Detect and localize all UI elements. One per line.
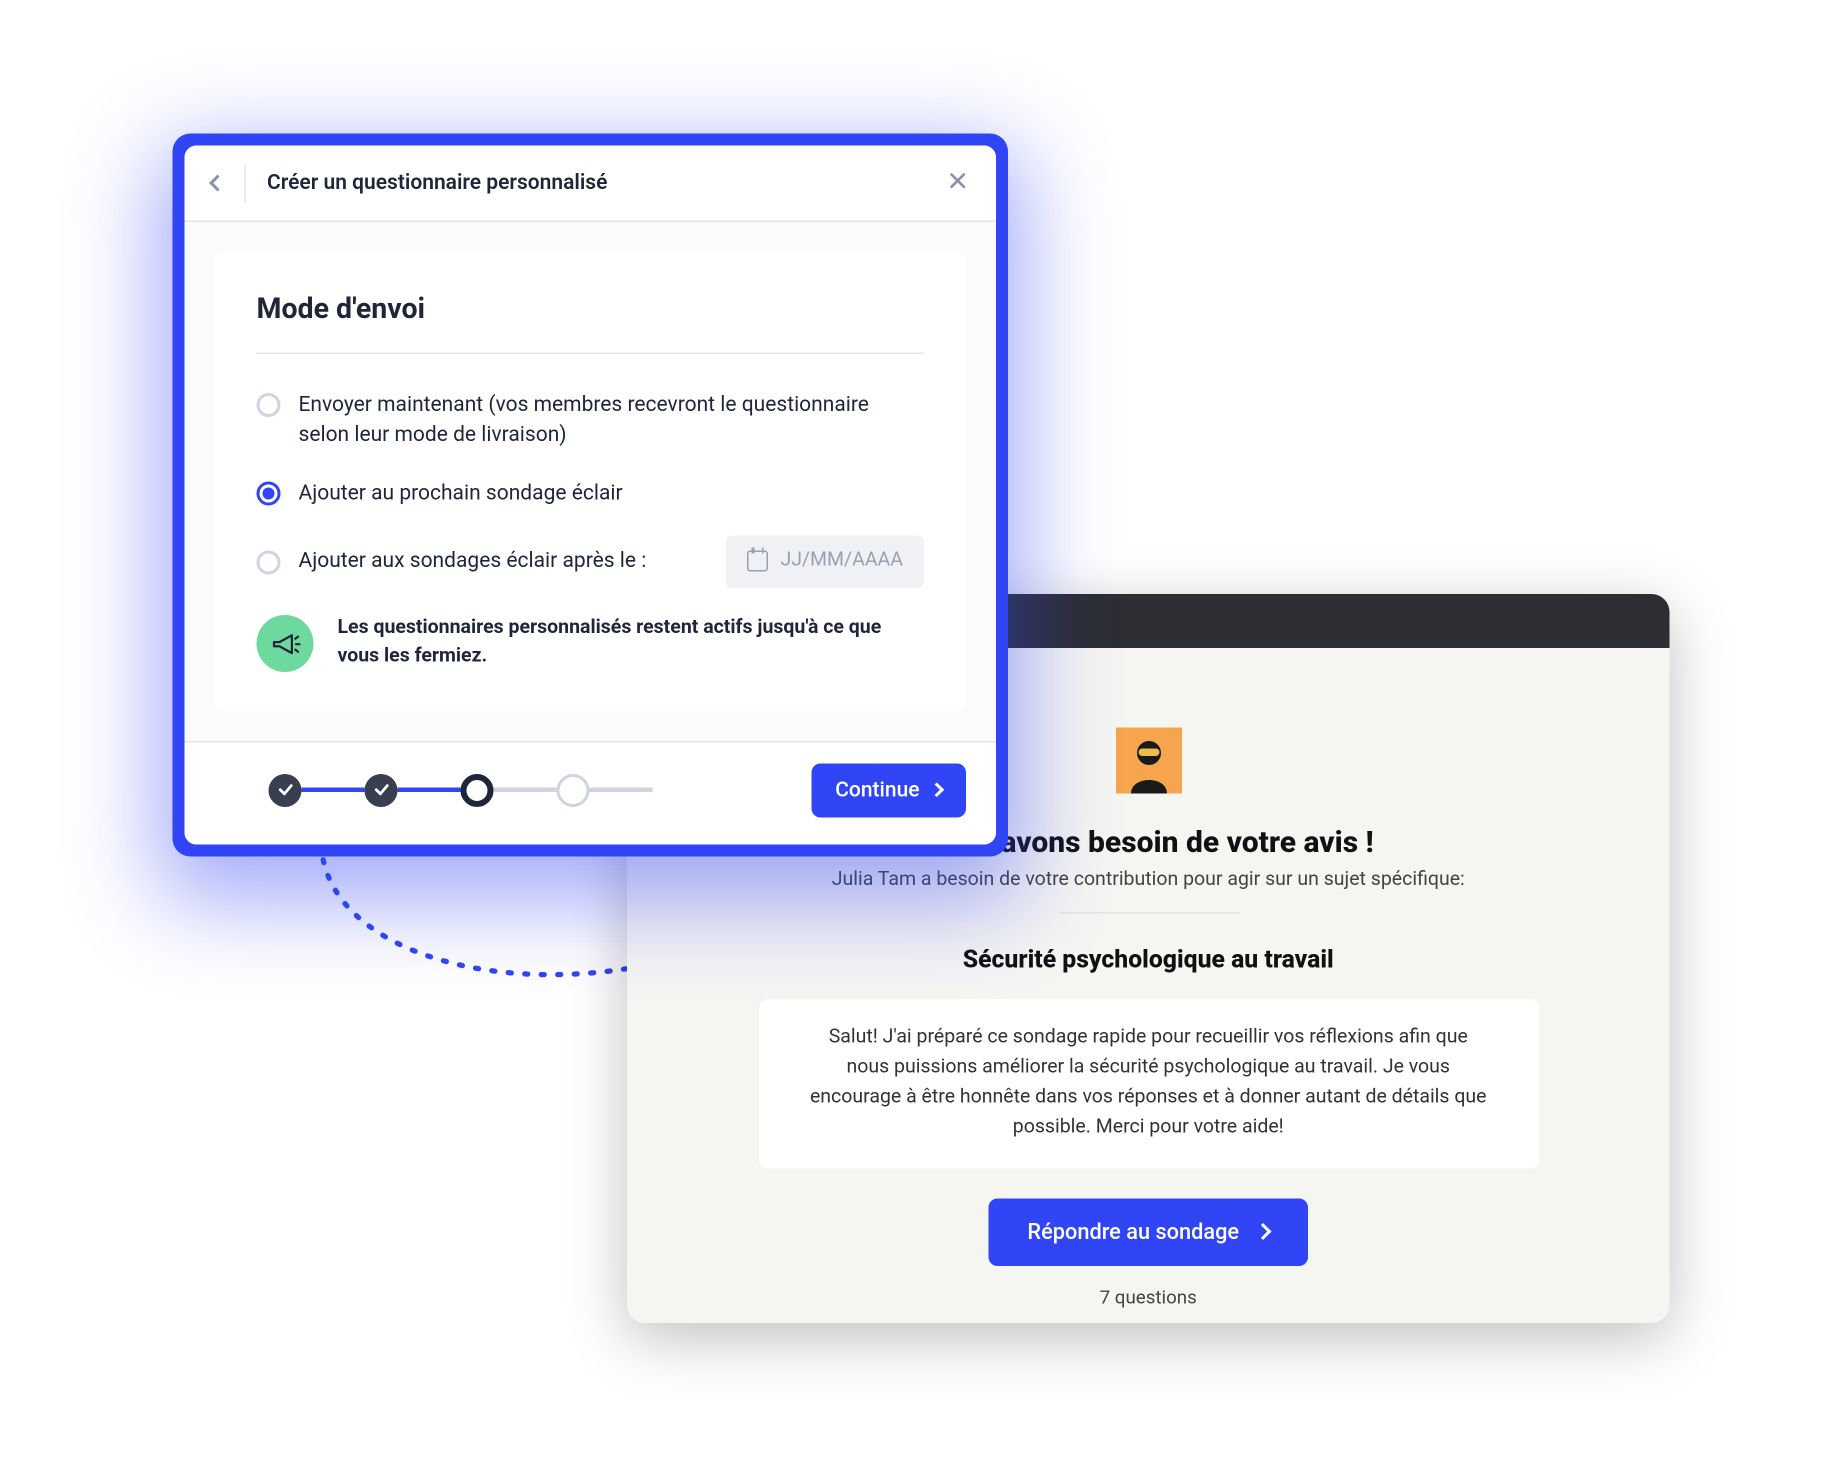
dialog-title: Créer un questionnaire personnalisé <box>267 171 607 195</box>
question-count: 7 questions <box>1100 1286 1197 1309</box>
continue-button[interactable]: Continue <box>811 763 966 817</box>
separator <box>245 164 247 203</box>
back-icon[interactable] <box>209 175 226 192</box>
continue-label: Continue <box>835 778 919 802</box>
dialog-header: Créer un questionnaire personnalisé ✕ <box>185 146 997 223</box>
option-send-now[interactable]: Envoyer maintenant (vos membres recevron… <box>257 390 925 451</box>
divider <box>257 353 925 355</box>
option-label: Ajouter aux sondages éclair après le : <box>299 546 647 576</box>
step-1[interactable] <box>269 774 302 807</box>
connector <box>398 788 461 793</box>
avatar <box>1115 728 1181 794</box>
divider <box>1058 912 1238 914</box>
option-label: Ajouter au prochain sondage éclair <box>299 478 623 508</box>
option-add-after[interactable]: Ajouter aux sondages éclair après le : J… <box>257 535 925 587</box>
chevron-right-icon <box>1255 1223 1272 1240</box>
stepper <box>269 774 653 807</box>
preview-subhead: Julia Tam a besoin de votre contribution… <box>832 869 1465 892</box>
radio-icon <box>257 551 281 575</box>
option-label: Envoyer maintenant (vos membres recevron… <box>299 390 925 451</box>
preview-message: Salut! J'ai préparé ce sondage rapide po… <box>758 999 1538 1168</box>
calendar-icon <box>747 551 768 572</box>
close-icon[interactable]: ✕ <box>946 170 969 197</box>
radio-icon <box>257 481 281 505</box>
delivery-mode-card: Mode d'envoi Envoyer maintenant (vos mem… <box>215 252 967 711</box>
card-title: Mode d'envoi <box>257 291 925 326</box>
dialog-footer: Continue <box>185 741 997 845</box>
date-input[interactable]: JJ/MM/AAAA <box>726 535 924 587</box>
create-poll-dialog: Créer un questionnaire personnalisé ✕ Mo… <box>173 134 1009 857</box>
info-text: Les questionnaires personnalisés restent… <box>338 615 925 672</box>
step-4[interactable] <box>557 774 590 807</box>
respond-button[interactable]: Répondre au sondage <box>988 1198 1308 1266</box>
info-row: Les questionnaires personnalisés restent… <box>257 615 925 672</box>
connector <box>302 788 365 793</box>
megaphone-icon <box>257 615 314 672</box>
chevron-right-icon <box>929 783 944 798</box>
step-2[interactable] <box>365 774 398 807</box>
date-placeholder: JJ/MM/AAAA <box>780 547 903 575</box>
step-3[interactable] <box>461 774 494 807</box>
connector <box>494 788 557 793</box>
respond-label: Répondre au sondage <box>1027 1219 1239 1245</box>
option-add-next[interactable]: Ajouter au prochain sondage éclair <box>257 478 925 508</box>
connector <box>590 788 653 793</box>
radio-icon <box>257 393 281 417</box>
preview-topic: Sécurité psychologique au travail <box>963 947 1334 976</box>
